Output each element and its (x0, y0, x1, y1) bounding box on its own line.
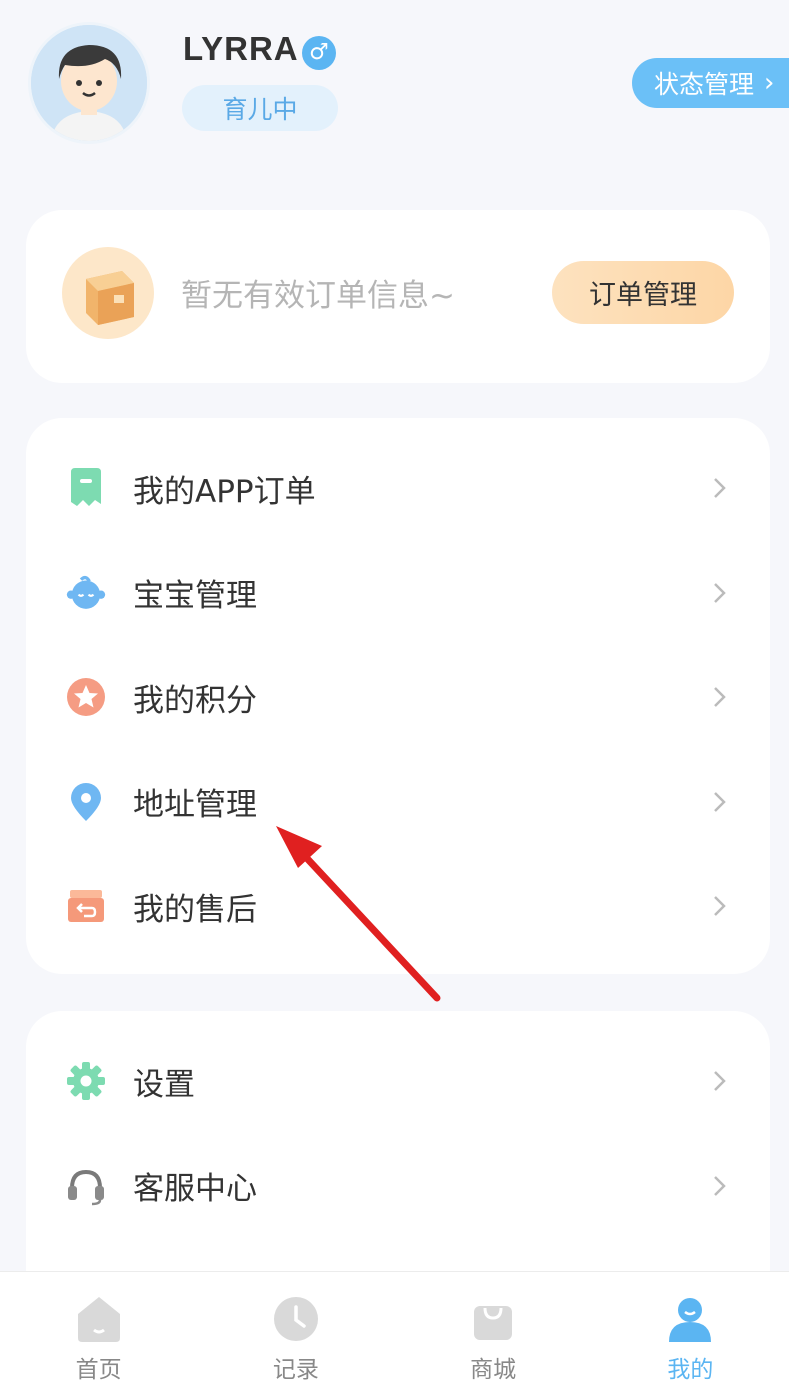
order-management-button[interactable]: 订单管理 (552, 261, 734, 324)
username: LYRRA (183, 30, 299, 67)
avatar-illustration (31, 25, 147, 141)
menu-item-customer-service[interactable]: 客服中心 (26, 1134, 770, 1239)
clock-icon (273, 1297, 318, 1341)
order-card: 暂无有效订单信息~ 订单管理 (26, 210, 770, 383)
chevron-right-icon (714, 791, 726, 812)
gear-icon (66, 1061, 106, 1101)
menu-item-baby-management[interactable]: 宝宝管理 (26, 541, 770, 646)
menu-item-settings[interactable]: 设置 (26, 1029, 770, 1134)
empty-order-text: 暂无有效订单信息~ (181, 278, 455, 314)
tab-label: 商城 (470, 1357, 517, 1383)
headset-icon (66, 1166, 106, 1206)
menu-item-after-sales[interactable]: 我的售后 (26, 854, 770, 959)
tab-mine[interactable]: 我的 (592, 1272, 789, 1385)
menu-label: 宝宝管理 (133, 578, 257, 615)
chevron-right-icon (714, 582, 726, 603)
state-management-button[interactable]: 状态管理 › (632, 58, 789, 108)
status-badge: 育儿中 (182, 85, 338, 131)
menu-label: 我的积分 (133, 682, 257, 719)
menu-label: 我的售后 (133, 891, 257, 928)
menu-label: 客服中心 (133, 1171, 257, 1208)
user-icon (669, 1298, 712, 1342)
star-points-icon (66, 677, 106, 717)
tab-home[interactable]: 首页 (0, 1272, 197, 1385)
menu-label: 我的APP订单 (133, 473, 316, 510)
chevron-right-icon (714, 478, 726, 499)
baby-face-icon (66, 573, 106, 613)
menu-item-app-orders[interactable]: 我的APP订单 (26, 436, 770, 541)
state-management-label: 状态管理 (654, 70, 755, 99)
menu-group-main: 我的APP订单 宝宝管理 我的积分 地址管理 我的售后 (26, 418, 770, 974)
chevron-right-icon (714, 1071, 726, 1092)
package-box-icon (62, 247, 154, 339)
home-icon (77, 1297, 120, 1342)
avatar[interactable] (28, 22, 150, 144)
menu-label: 设置 (133, 1066, 195, 1103)
chevron-right-icon (714, 896, 726, 917)
tab-label: 首页 (75, 1357, 122, 1383)
tab-mall[interactable]: 商城 (395, 1272, 592, 1385)
shopping-bag-icon (474, 1306, 513, 1340)
return-box-icon (66, 886, 106, 926)
location-pin-icon (66, 782, 106, 822)
tab-label: 记录 (272, 1357, 319, 1383)
male-gender-icon: ♂ (302, 36, 336, 70)
chevron-right-icon: › (764, 68, 775, 98)
menu-group-secondary: 设置 客服中心 (26, 1011, 770, 1311)
bottom-tab-bar: 首页 记录 商城 我的 (0, 1271, 789, 1385)
menu-item-my-points[interactable]: 我的积分 (26, 645, 770, 750)
menu-label: 地址管理 (133, 787, 257, 824)
tab-records[interactable]: 记录 (197, 1272, 394, 1385)
chevron-right-icon (714, 1175, 726, 1196)
chevron-right-icon (714, 687, 726, 708)
menu-item-address-management[interactable]: 地址管理 (26, 750, 770, 855)
tab-label: 我的 (667, 1357, 714, 1383)
order-receipt-icon (66, 468, 106, 508)
